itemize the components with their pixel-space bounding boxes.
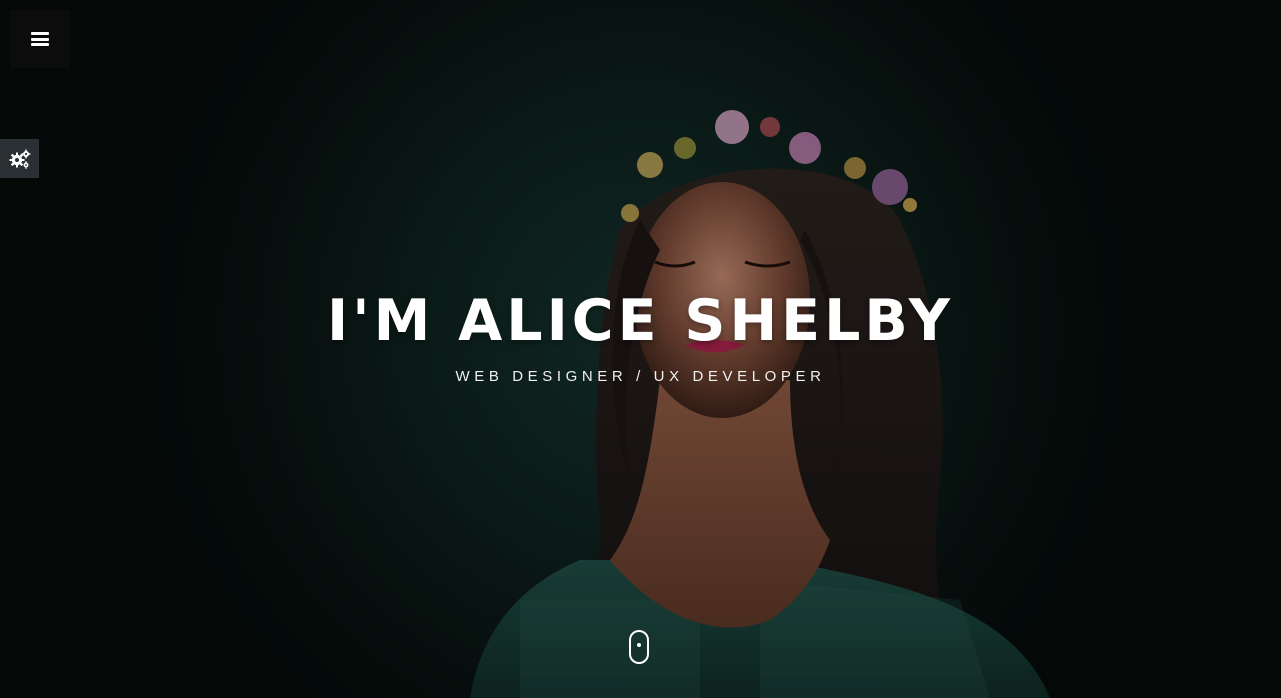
mouse-scroll-icon[interactable]: [629, 630, 649, 664]
hero-subtitle: WEB DESIGNER / UX DEVELOPER: [455, 368, 826, 385]
scroll-dot: [637, 643, 641, 647]
hero-section: I'M ALICE SHELBY WEB DESIGNER / UX DEVEL…: [0, 0, 1281, 698]
hero-content: I'M ALICE SHELBY WEB DESIGNER / UX DEVEL…: [0, 285, 1281, 387]
hamburger-icon: [31, 32, 49, 46]
menu-button[interactable]: [10, 10, 70, 68]
gears-icon: [9, 149, 30, 169]
hero-title: I'M ALICE SHELBY: [326, 288, 955, 354]
settings-button[interactable]: [0, 139, 39, 178]
